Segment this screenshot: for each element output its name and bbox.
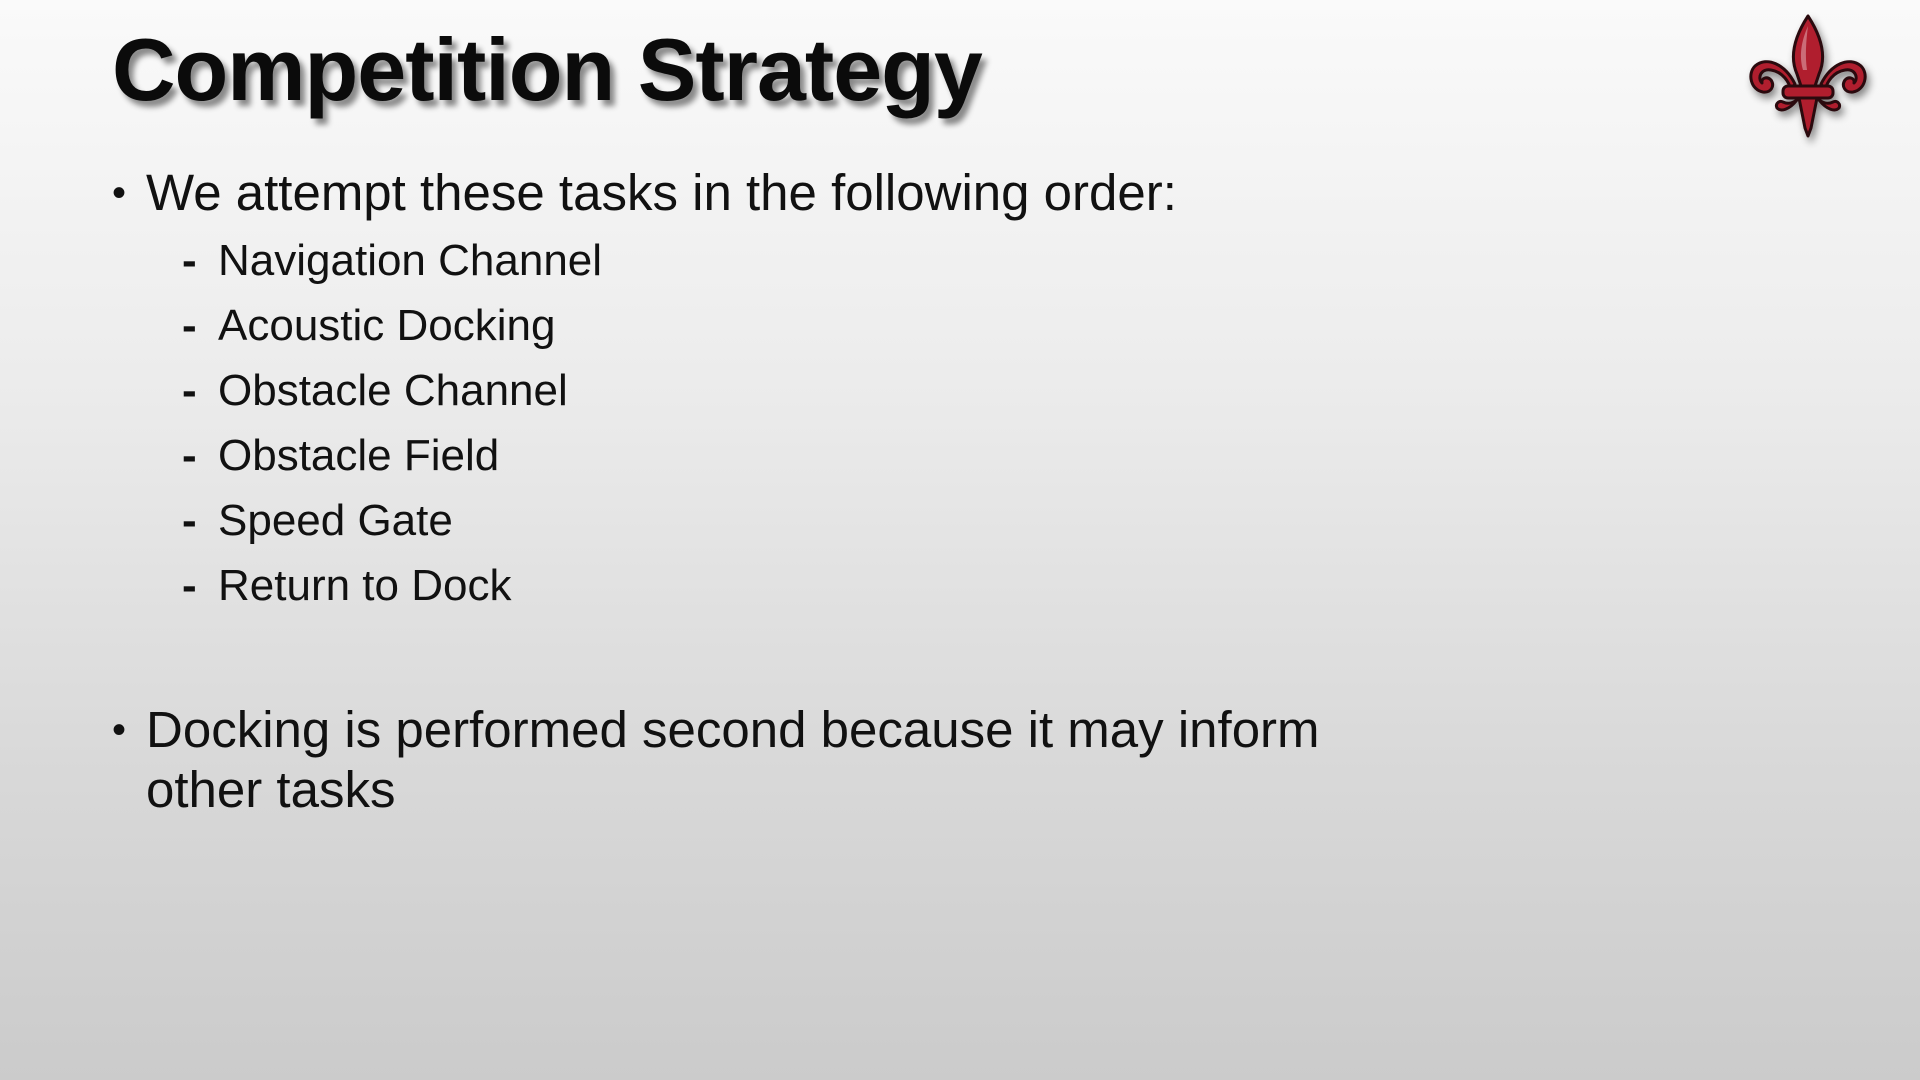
list-item: - Acoustic Docking xyxy=(182,297,602,362)
dash-marker: - xyxy=(182,236,197,285)
dash-marker: - xyxy=(182,301,197,350)
list-item-text: Speed Gate xyxy=(218,496,453,545)
dash-marker: - xyxy=(182,431,197,480)
slide-title: Competition Strategy xyxy=(112,20,983,119)
list-item: - Obstacle Field xyxy=(182,427,602,492)
fleur-de-lis-icon xyxy=(1749,14,1867,138)
list-item: - Navigation Channel xyxy=(182,232,602,297)
dash-marker: - xyxy=(182,561,197,610)
list-item-text: Navigation Channel xyxy=(218,236,603,285)
list-item: - Return to Dock xyxy=(182,557,602,622)
bullet-marker: • xyxy=(112,171,127,215)
list-item-text: Acoustic Docking xyxy=(218,301,556,350)
bullet-marker: • xyxy=(112,708,127,752)
dash-marker: - xyxy=(182,496,197,545)
task-order-list: - Navigation Channel - Acoustic Docking … xyxy=(182,232,602,622)
list-item: - Speed Gate xyxy=(182,492,602,557)
bullet-text: We attempt these tasks in the following … xyxy=(146,164,1177,221)
list-item-text: Obstacle Field xyxy=(218,431,500,480)
dash-marker: - xyxy=(182,366,197,415)
list-item-text: Return to Dock xyxy=(218,561,512,610)
list-item: - Obstacle Channel xyxy=(182,362,602,427)
bullet-text: Docking is performed second because it m… xyxy=(146,701,1320,818)
list-item-text: Obstacle Channel xyxy=(218,366,568,415)
bullet-item: • Docking is performed second because it… xyxy=(112,700,1412,820)
bullet-item: • We attempt these tasks in the followin… xyxy=(112,163,1177,223)
